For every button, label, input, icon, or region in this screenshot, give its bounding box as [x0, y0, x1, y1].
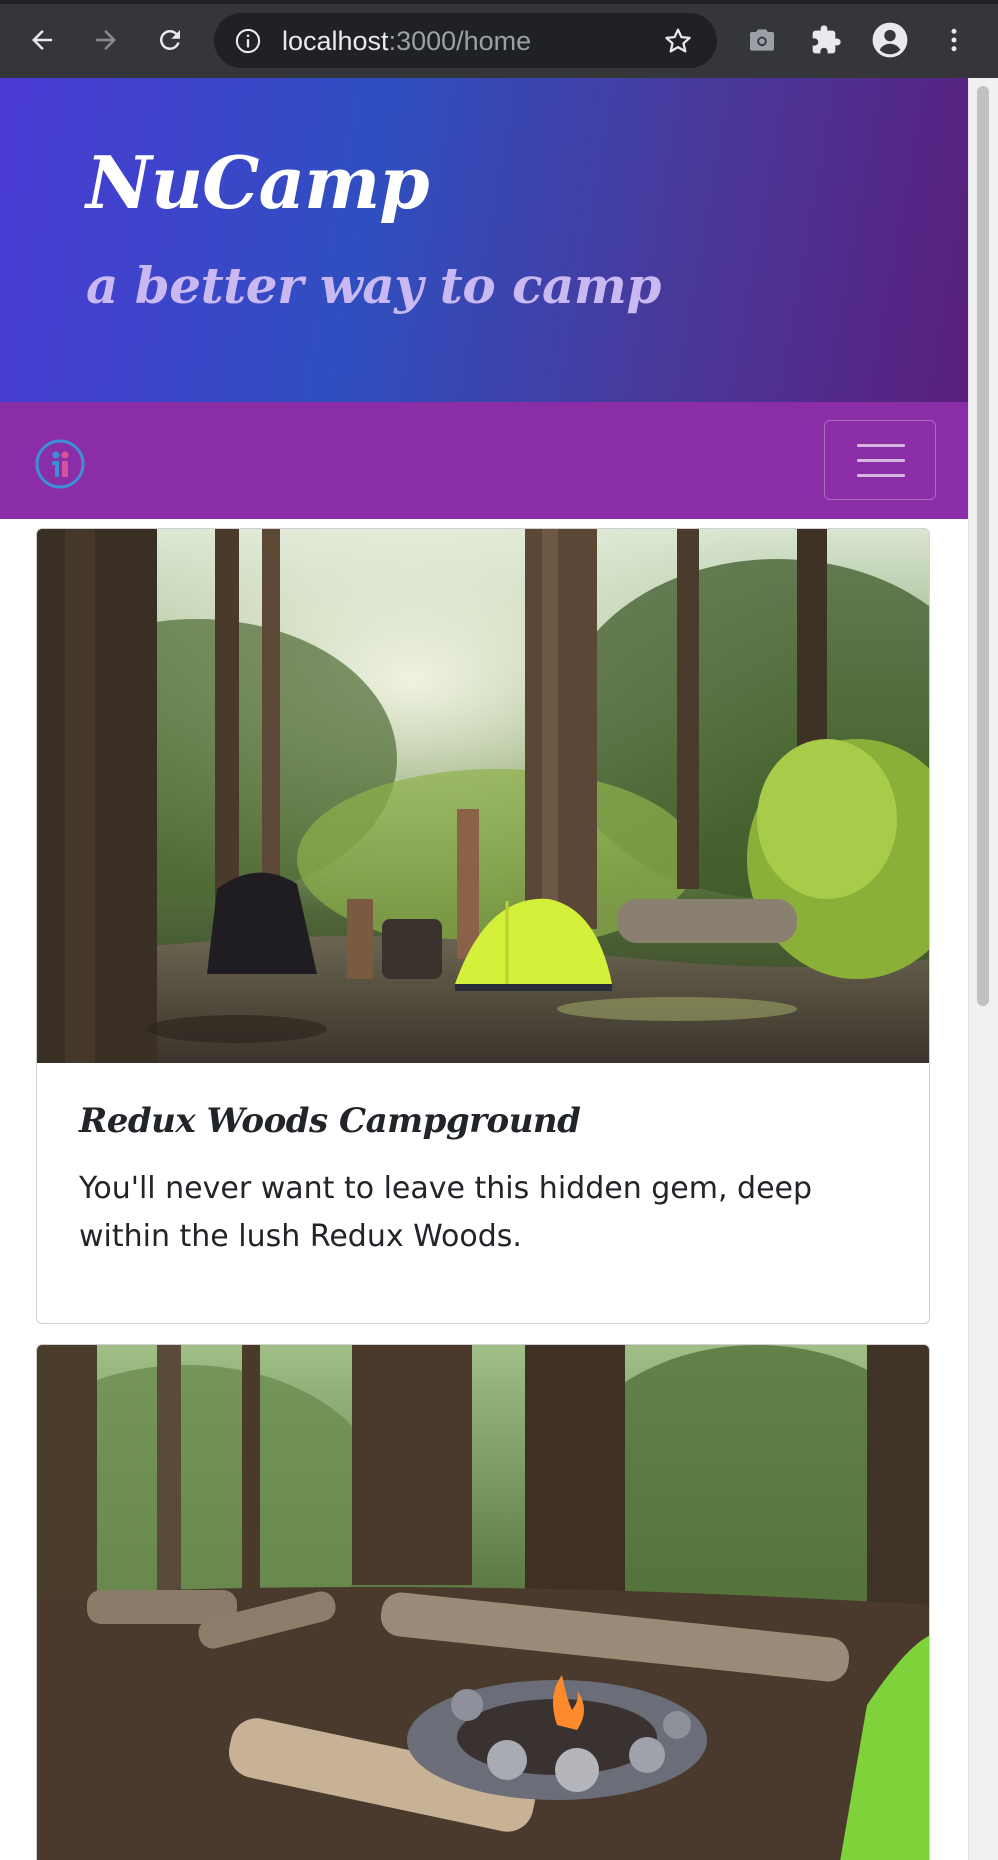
campsite-card[interactable]: Redux Woods Campground You'll never want… — [36, 528, 930, 1324]
address-bar[interactable]: localhost:3000/home — [214, 13, 717, 68]
hamburger-icon-bar — [857, 459, 905, 462]
card-text: You'll never want to leave this hidden g… — [79, 1171, 813, 1254]
url-host: localhost — [282, 26, 389, 56]
browser-menu-button[interactable] — [934, 20, 974, 60]
kebab-menu-icon — [951, 28, 957, 52]
back-button[interactable] — [20, 18, 64, 62]
campsite-card[interactable] — [36, 1344, 930, 1860]
url-path: :3000/home — [388, 26, 532, 56]
forward-button[interactable] — [84, 18, 128, 62]
hamburger-icon — [857, 444, 905, 447]
campsite-photo-redux-woods — [37, 529, 929, 1063]
arrow-right-icon — [96, 30, 116, 50]
site-tagline: a better way to camp — [86, 256, 661, 315]
browser-toolbar: localhost:3000/home — [0, 0, 998, 78]
reload-icon — [160, 29, 180, 50]
site-title: NuCamp — [86, 140, 430, 225]
puzzle-icon — [812, 25, 841, 54]
info-icon[interactable] — [234, 27, 262, 55]
star-icon[interactable] — [662, 25, 694, 57]
extensions-button[interactable] — [806, 20, 846, 60]
navbar-toggler-button[interactable] — [824, 420, 936, 500]
campsite-photo-campfire — [37, 1345, 929, 1860]
card-title: Redux Woods Campground — [79, 1101, 581, 1141]
reload-button[interactable] — [148, 18, 192, 62]
navbar — [0, 402, 968, 519]
page-viewport: NuCamp a better way to camp Redux Woods … — [0, 78, 998, 1860]
screenshot-extension-button[interactable] — [742, 20, 782, 60]
jumbotron-header: NuCamp a better way to camp — [0, 78, 968, 402]
hamburger-icon-bar — [857, 474, 905, 477]
camera-icon — [750, 29, 774, 51]
arrow-left-icon — [32, 30, 52, 50]
profile-icon — [872, 22, 908, 58]
profile-button[interactable] — [870, 20, 910, 60]
tab-strip-edge — [0, 0, 998, 4]
url-text[interactable]: localhost:3000/home — [282, 26, 531, 57]
page-scrollbar-thumb[interactable] — [977, 86, 989, 1006]
nucamp-logo-icon[interactable] — [34, 438, 86, 490]
